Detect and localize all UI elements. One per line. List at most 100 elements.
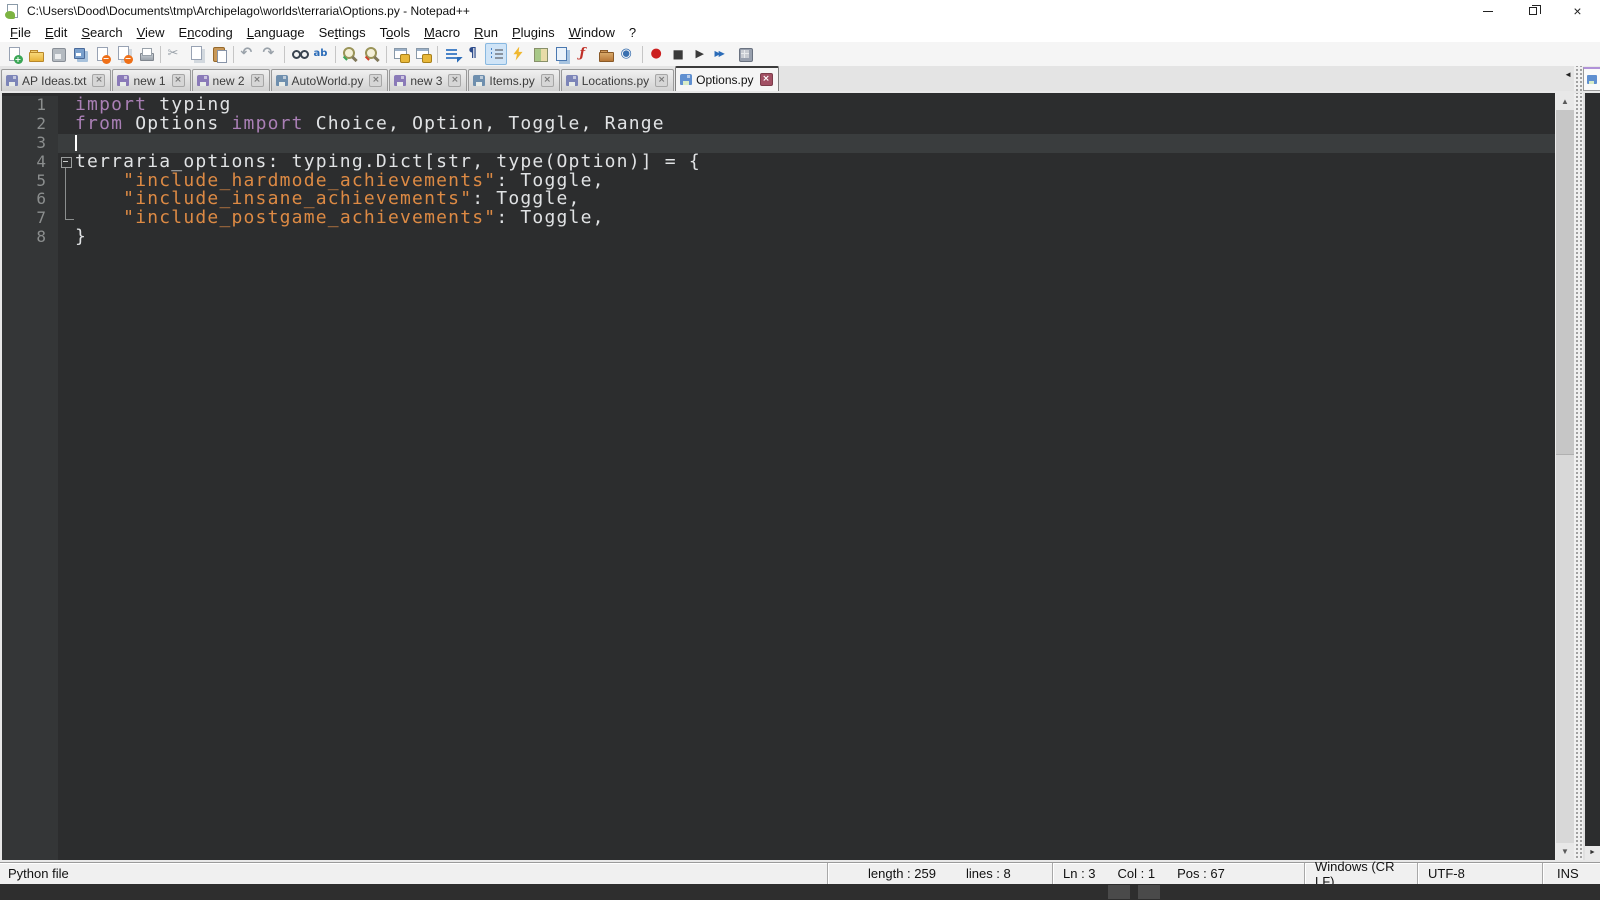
menu-item-help[interactable]: ? xyxy=(622,23,643,42)
tab-close-icon[interactable]: × xyxy=(655,74,669,87)
new-file-button[interactable] xyxy=(3,43,25,65)
open-file-button[interactable] xyxy=(25,43,47,65)
close-all-button[interactable] xyxy=(113,43,135,65)
monitoring-button[interactable] xyxy=(617,43,639,65)
scrollbar-track[interactable] xyxy=(1556,110,1574,843)
tab-scroll-left-icon[interactable]: ◄ xyxy=(1564,70,1572,80)
menu-item-file[interactable]: File xyxy=(3,23,38,42)
stop-macro-icon xyxy=(671,46,688,63)
second-view-tab[interactable] xyxy=(1583,67,1600,91)
floppy-icon xyxy=(394,75,407,86)
function-symbol-button[interactable] xyxy=(573,43,595,65)
zoom-in-button[interactable] xyxy=(339,43,361,65)
tab-ap-ideas-txt[interactable]: AP Ideas.txt × xyxy=(1,69,112,91)
status-eol-format[interactable]: Windows (CR LF) xyxy=(1304,859,1417,889)
tab-close-icon[interactable]: × xyxy=(171,74,185,87)
menu-item-macro[interactable]: Macro xyxy=(417,23,467,42)
record-macro-button[interactable] xyxy=(646,43,668,65)
close-document-button[interactable] xyxy=(91,43,113,65)
scroll-down-arrow-icon[interactable]: ▼ xyxy=(1556,843,1574,860)
tab-options-py[interactable]: Options.py × xyxy=(675,66,779,91)
close-button[interactable]: × xyxy=(1555,0,1600,22)
function-list-button[interactable] xyxy=(507,43,529,65)
play-macro-button[interactable] xyxy=(690,43,712,65)
indent-guide-icon xyxy=(488,46,505,63)
tab-close-icon[interactable]: × xyxy=(759,73,773,86)
status-encoding[interactable]: UTF-8 xyxy=(1417,863,1542,884)
new-file-icon xyxy=(6,46,23,64)
tab-autoworld-py[interactable]: AutoWorld.py × xyxy=(270,69,389,91)
code-line-7[interactable]: 7 "include_postgame_achievements": Toggl… xyxy=(2,208,1555,229)
cut-button[interactable] xyxy=(164,43,186,65)
fold-line-icon[interactable] xyxy=(58,190,75,210)
sync-horizontal-button[interactable] xyxy=(412,43,434,65)
stop-macro-button[interactable] xyxy=(668,43,690,65)
status-line: Ln : 3 xyxy=(1063,866,1096,881)
folder-as-workspace-button[interactable] xyxy=(595,43,617,65)
notepadpp-icon xyxy=(5,3,20,19)
restore-button[interactable] xyxy=(1510,0,1555,22)
toolbar-separator xyxy=(284,45,285,63)
tab-close-icon[interactable]: × xyxy=(250,74,264,87)
minimize-button[interactable] xyxy=(1465,0,1510,22)
replace-button[interactable] xyxy=(310,43,332,65)
redo-button[interactable] xyxy=(259,43,281,65)
menu-item-window[interactable]: Window xyxy=(562,23,622,42)
tab-new-1[interactable]: new 1 × xyxy=(112,69,191,91)
restore-icon xyxy=(1528,5,1541,15)
show-all-characters-button[interactable] xyxy=(463,43,485,65)
tab-new-2[interactable]: new 2 × xyxy=(191,69,270,91)
copy-button[interactable] xyxy=(186,43,208,65)
scroll-up-arrow-icon[interactable]: ▲ xyxy=(1556,93,1574,110)
run-macro-multiple-button[interactable] xyxy=(712,43,734,65)
code-editor[interactable]: 1 import typing 2 from Options import Choic… xyxy=(2,93,1555,860)
sync-horizontal-icon xyxy=(415,46,432,63)
code-line-2[interactable]: 2 from Options import Choice, Option, Tog… xyxy=(2,114,1555,134)
zoom-out-button[interactable] xyxy=(361,43,383,65)
cut-icon xyxy=(167,46,184,63)
fold-line-icon[interactable] xyxy=(58,171,75,191)
menu-item-plugins[interactable]: Plugins xyxy=(505,23,562,42)
menu-item-search[interactable]: Search xyxy=(74,23,129,42)
second-view-tabzone xyxy=(1583,66,1600,91)
fold-margin xyxy=(58,133,75,153)
indent-guide-button[interactable] xyxy=(485,43,507,65)
tab-label: Items.py xyxy=(489,73,535,88)
gutter-fill-column xyxy=(2,247,58,860)
tab-close-icon[interactable]: × xyxy=(540,74,554,87)
document-list-button[interactable] xyxy=(551,43,573,65)
word-wrap-button[interactable] xyxy=(441,43,463,65)
menu-item-settings[interactable]: Settings xyxy=(312,23,373,42)
menu-item-view[interactable]: View xyxy=(130,23,172,42)
status-pos: Pos : 67 xyxy=(1177,866,1225,881)
second-view-arrow-icon[interactable]: ► xyxy=(1585,846,1600,860)
menu-item-edit[interactable]: Edit xyxy=(38,23,74,42)
tab-close-icon[interactable]: × xyxy=(369,74,383,87)
save-macro-button[interactable] xyxy=(734,43,756,65)
find-button[interactable] xyxy=(288,43,310,65)
tab-new-3[interactable]: new 3 × xyxy=(389,69,468,91)
code-line-8[interactable]: 8} xyxy=(2,227,1555,248)
menu-item-run[interactable]: Run xyxy=(467,23,505,42)
sync-vertical-button[interactable] xyxy=(390,43,412,65)
save-button[interactable] xyxy=(47,43,69,65)
menu-item-encoding[interactable]: Encoding xyxy=(172,23,240,42)
tab-close-icon[interactable]: × xyxy=(92,74,106,87)
vertical-scrollbar[interactable]: ▲ ▼ xyxy=(1555,93,1574,860)
menu-item-tools[interactable]: Tools xyxy=(373,23,417,42)
undo-button[interactable] xyxy=(237,43,259,65)
view-splitter[interactable] xyxy=(1574,93,1583,860)
tab-items-py[interactable]: Items.py × xyxy=(468,69,560,91)
tab-close-icon[interactable]: × xyxy=(448,74,462,87)
tab-locations-py[interactable]: Locations.py × xyxy=(560,69,675,91)
status-length-lines: length : 259 lines : 8 xyxy=(827,863,1052,884)
print-button[interactable] xyxy=(135,43,157,65)
status-insert-mode[interactable]: INS xyxy=(1542,863,1600,884)
menu-item-language[interactable]: Language xyxy=(240,23,312,42)
paste-button[interactable] xyxy=(208,43,230,65)
fold-box-icon[interactable] xyxy=(58,152,75,172)
scrollbar-thumb[interactable] xyxy=(1556,110,1574,455)
save-all-button[interactable] xyxy=(69,43,91,65)
fold-corner-icon[interactable] xyxy=(58,209,75,229)
document-map-button[interactable] xyxy=(529,43,551,65)
